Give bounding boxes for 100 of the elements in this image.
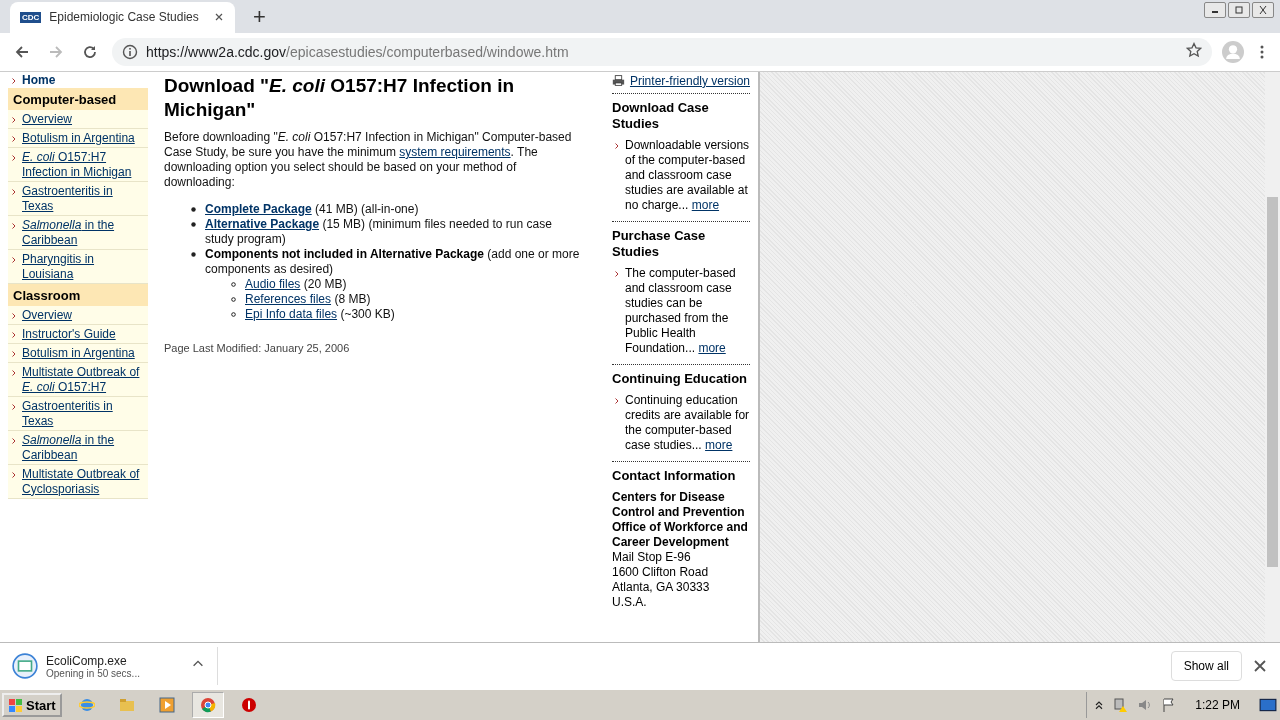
play-icon	[158, 697, 175, 713]
last-modified-text: Page Last Modified: January 25, 2006	[164, 341, 351, 354]
section-title: Contact Information	[612, 467, 737, 484]
close-button[interactable]	[1252, 2, 1274, 18]
printer-icon	[612, 74, 625, 88]
chevron-icon	[615, 397, 619, 404]
package-link[interactable]: Alternative Package	[205, 216, 320, 231]
star-icon	[1186, 42, 1202, 59]
chevron-icon	[12, 437, 16, 444]
chevron-icon	[12, 256, 16, 263]
nav-link[interactable]: Salmonella in the Caribbean	[8, 215, 148, 250]
more-link[interactable]: more	[705, 437, 733, 452]
windows-logo-icon	[8, 697, 24, 713]
address-line: 1600 Clifton Road	[612, 564, 710, 580]
url-text: https://www2a.cdc.gov/epicasestudies/computerbased/windowe.htm	[146, 43, 569, 60]
system-requirements-link[interactable]: system requirements	[399, 144, 511, 159]
nav-header: Computer-based	[8, 87, 148, 110]
chevron-icon	[12, 369, 16, 376]
chevron-icon	[12, 135, 16, 142]
bullet-icon	[231, 311, 236, 317]
section-title: Download Case Studies	[612, 99, 710, 132]
chevron-icon	[12, 471, 16, 478]
show-all-button[interactable]: Show all	[1170, 651, 1242, 682]
chevron-icon	[12, 403, 16, 410]
page-title: Download "E. coli O157:H7 Infection in Michigan"	[164, 73, 515, 122]
browser-tab[interactable]: CDC Epidemiologic Case Studies	[10, 1, 235, 33]
bullet-icon	[191, 206, 196, 212]
avatar-icon	[1222, 40, 1244, 63]
download-filename: EcoliComp.exe	[46, 653, 128, 668]
printer-friendly-link[interactable]: Printer-friendly version	[629, 73, 750, 88]
nav-link[interactable]: Pharyngitis in Louisiana	[8, 249, 148, 284]
nav-link[interactable]: Multistate Outbreak of E. coli O157:H7	[8, 362, 148, 397]
organization-name: Centers for Disease Control and Prevention Office of Workforce and Career Development	[612, 489, 749, 550]
bullet-icon	[191, 251, 196, 257]
download-option: Complete Package (41 MB) (all-in-one)	[205, 201, 419, 217]
package-link[interactable]: Complete Package	[205, 201, 312, 216]
chevron-icon	[615, 142, 619, 149]
component-link[interactable]: References files	[245, 291, 332, 306]
scrollbar[interactable]	[1265, 71, 1280, 643]
close-icon	[1258, 6, 1268, 14]
section-title: Continuing Education	[612, 370, 749, 387]
monitor-icon	[1258, 696, 1278, 714]
bullet-icon	[231, 296, 236, 302]
back-arrow-icon	[14, 43, 30, 60]
section-text: The computer-based and classroom case studies can be purchased from the Public Health Foundation... more	[625, 265, 737, 356]
chevron-icon	[12, 188, 16, 195]
chevron-icon	[12, 350, 16, 357]
start-button[interactable]: Start	[2, 693, 62, 717]
component-option: Audio files (20 MB)	[245, 276, 347, 292]
chevron-icon	[12, 154, 16, 161]
nav-link[interactable]: Gastroenteritis in Texas	[8, 181, 148, 216]
component-option: References files (8 MB)	[245, 291, 371, 307]
address-line: Atlanta, GA 30333	[612, 579, 711, 595]
address-line: U.S.A.	[612, 594, 648, 610]
chrome-icon	[199, 697, 216, 713]
tab-title: Epidemiologic Case Studies	[49, 10, 200, 25]
nav-link[interactable]: Gastroenteritis in Texas	[8, 396, 148, 431]
bullet-icon	[231, 281, 236, 287]
nav-link[interactable]: Salmonella in the Caribbean	[8, 430, 148, 465]
info-icon	[122, 43, 138, 60]
component-link[interactable]: Epi Info data files	[245, 306, 338, 321]
network-warning-icon	[1113, 697, 1130, 713]
more-link[interactable]: more	[698, 340, 726, 355]
taskbar-app[interactable]	[191, 692, 224, 718]
nav-link[interactable]: Overview	[8, 305, 148, 325]
nav-link[interactable]: Botulism in Argentina	[8, 128, 148, 148]
nav-link[interactable]: E. coli O157:H7 Infection in Michigan	[8, 147, 148, 182]
download-option: Components not included in Alternative Package (add one or more components as desired)	[205, 246, 583, 277]
component-link[interactable]: Audio files	[245, 276, 301, 291]
site-favicon: CDC	[20, 11, 42, 23]
file-icon	[12, 653, 38, 680]
nav-link[interactable]: Overview	[8, 109, 148, 129]
download-status: Opening in 50 secs...	[46, 667, 140, 679]
chevron-icon	[12, 312, 16, 319]
address-bar[interactable]: https://www2a.cdc.gov/epicasestudies/computerbased/windowe.htm	[112, 37, 1212, 66]
globe-icon	[78, 697, 95, 713]
address-line: Mail Stop E-96	[612, 549, 692, 565]
new-tab-button[interactable]: +	[249, 2, 270, 31]
component-option: Epi Info data files (~300 KB)	[245, 306, 395, 322]
chevron-icon	[12, 116, 16, 123]
section-text: Continuing education credits are available for the computer-based case studies... more	[625, 392, 750, 453]
clock-time: 1:22 PM	[1195, 698, 1240, 712]
nav-link[interactable]: Botulism in Argentina	[8, 343, 148, 363]
nav-link[interactable]: Multistate Outbreak of Cyclosporiasis	[8, 464, 148, 499]
more-link[interactable]: more	[691, 197, 720, 212]
download-option: Alternative Package (15 MB) (minimum files needed to run case study program)	[205, 216, 583, 247]
intro-text: Before downloading "E. coli O157:H7 Infection in Michigan" Computer-based Case Study, be sure you have the minimum system requirements. The downloading option you select should be based on your method of downloading:	[164, 129, 573, 190]
chevron-icon	[12, 222, 16, 229]
download-item[interactable]: EcoliComp.exe Opening in 50 secs...	[12, 647, 218, 686]
nav-link[interactable]: Instructor's Guide	[8, 324, 148, 344]
forward-arrow-icon	[48, 43, 64, 60]
chevron-icon	[12, 77, 16, 84]
bullet-icon	[191, 221, 196, 227]
chevron-icon	[12, 331, 16, 338]
section-title: Purchase Case Studies	[612, 227, 707, 260]
minimize-button[interactable]	[1204, 2, 1226, 18]
restore-icon	[1234, 6, 1244, 14]
chevron-icon	[615, 270, 619, 277]
section-text: Downloadable versions of the computer-based and classroom case studies are available at no charge... more	[625, 137, 750, 213]
reload-icon	[82, 43, 98, 60]
